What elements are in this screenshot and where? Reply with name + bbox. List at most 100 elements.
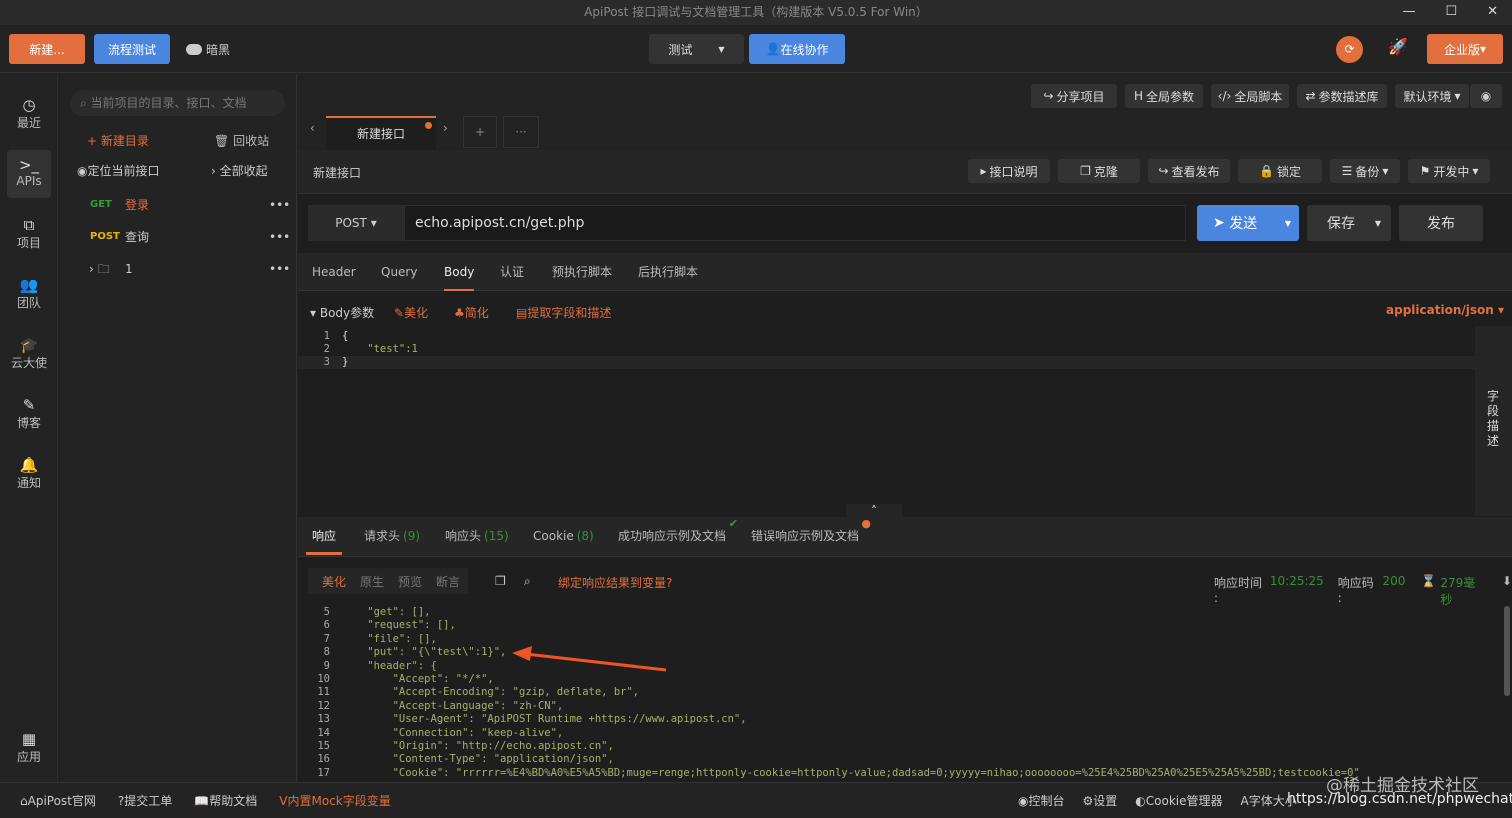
resp-tab-1[interactable]: 请求头 (9) bbox=[364, 517, 420, 555]
recycle-label: 回收站 bbox=[233, 134, 270, 148]
maximize-button[interactable]: ☐ bbox=[1445, 0, 1457, 24]
tab-label: 错误响应示例及文档 bbox=[751, 529, 860, 543]
dark-mode-toggle[interactable]: 暗黑 bbox=[186, 41, 230, 58]
status-right-1[interactable]: ⚙设置 bbox=[1083, 792, 1118, 809]
method-select[interactable]: POST ▾ bbox=[308, 205, 404, 241]
status-link-2[interactable]: 📖帮助文档 bbox=[194, 792, 257, 809]
resp-mode-1[interactable]: 原生 bbox=[360, 573, 384, 590]
check-badge-icon: ✔ bbox=[728, 517, 739, 530]
extract-fields-button[interactable]: ▤提取字段和描述 bbox=[516, 304, 611, 321]
copy-icon[interactable]: ❐ bbox=[495, 574, 506, 588]
collab-button[interactable]: 👤 在线协作 bbox=[749, 34, 845, 64]
action-2[interactable]: ↪ 查看发布 bbox=[1148, 159, 1230, 183]
tab-more-button[interactable]: ··· bbox=[503, 116, 539, 148]
enterprise-button[interactable]: 企业版 ▾ bbox=[1427, 34, 1503, 64]
nav-label: 团队 bbox=[16, 296, 41, 310]
resp-mode-3[interactable]: 断言 bbox=[436, 573, 460, 590]
close-button[interactable]: ✕ bbox=[1487, 0, 1498, 24]
nav-edit[interactable]: ✎ 博客 bbox=[7, 390, 51, 438]
action-4[interactable]: ☰ 备份 ▾ bbox=[1330, 159, 1400, 183]
status-link-3[interactable]: V内置Mock字段变量 bbox=[279, 792, 390, 809]
tab-label: 请求头 bbox=[364, 529, 401, 543]
req-tab-1[interactable]: Query bbox=[381, 253, 417, 291]
content-type-select[interactable]: application/json ▾ bbox=[1386, 303, 1504, 317]
recycle-bin-button[interactable]: 🗑 回收站 bbox=[214, 132, 269, 149]
nav-clock[interactable]: ◷ 最近 bbox=[7, 90, 51, 138]
env-label: 测试 bbox=[668, 42, 693, 57]
nav-project[interactable]: ⧉ 项目 bbox=[7, 210, 51, 258]
url-input[interactable]: echo.apipost.cn/get.php bbox=[404, 205, 1186, 241]
status-right-2[interactable]: ◐Cookie管理器 bbox=[1135, 792, 1222, 809]
action-0[interactable]: ▸ 接口说明 bbox=[968, 159, 1050, 183]
line-number: 2 bbox=[323, 343, 330, 355]
resp-tab-5[interactable]: 错误响应示例及文档 ● bbox=[751, 517, 871, 555]
status-link-1[interactable]: ?提交工单 bbox=[118, 792, 172, 809]
download-icon[interactable]: ⬇ bbox=[1502, 574, 1512, 608]
more-icon[interactable]: ••• bbox=[269, 255, 290, 283]
action-1[interactable]: ❐ 克隆 bbox=[1058, 159, 1140, 183]
publish-button[interactable]: 发布 bbox=[1399, 205, 1483, 241]
send-button[interactable]: ➤ 发送 ▼ bbox=[1197, 205, 1299, 241]
resp-tab-2[interactable]: 响应头 (15) bbox=[445, 517, 509, 555]
req-tab-5[interactable]: 后执行脚本 bbox=[638, 253, 698, 291]
global-btn-0[interactable]: ↪ 分享项目 bbox=[1031, 84, 1117, 108]
rocket-icon[interactable]: 🚀 bbox=[1388, 37, 1408, 56]
body-params-toggle[interactable]: ▾ Body参数 bbox=[310, 304, 374, 321]
global-btn-2[interactable]: ‹/› 全局脚本 bbox=[1211, 84, 1289, 108]
action-3[interactable]: 🔒 锁定 bbox=[1238, 159, 1322, 183]
nav-team[interactable]: 👥 团队 bbox=[7, 270, 51, 318]
bind-variable-link[interactable]: 绑定响应结果到变量? bbox=[558, 574, 672, 591]
req-tab-4[interactable]: 预执行脚本 bbox=[552, 253, 612, 291]
global-btn-4[interactable]: 默认环境 ▾ bbox=[1395, 84, 1469, 108]
req-tab-2[interactable]: Body bbox=[444, 253, 475, 291]
resp-mode-0[interactable]: 美化 bbox=[322, 573, 346, 590]
env-select[interactable]: 测试 ▼ bbox=[649, 34, 744, 64]
global-btn-3[interactable]: ⇄ 参数描述库 bbox=[1297, 84, 1387, 108]
nav-terminal[interactable]: >_ APIs bbox=[7, 150, 51, 198]
field-desc-toggle[interactable]: 字段描述 bbox=[1487, 389, 1499, 449]
sync-icon[interactable]: ⟳ bbox=[1336, 36, 1363, 63]
more-icon[interactable]: ••• bbox=[269, 223, 290, 251]
sliders-icon: ⇄ bbox=[1305, 89, 1316, 103]
new-folder-button[interactable]: + 新建目录 bbox=[87, 132, 149, 149]
tree-item[interactable]: POST 查询 ••• bbox=[59, 223, 295, 251]
simplify-button[interactable]: ♣简化 bbox=[454, 304, 489, 321]
add-tab-button[interactable]: + bbox=[463, 116, 497, 148]
minimize-button[interactable]: — bbox=[1402, 0, 1415, 24]
tab-next-icon[interactable]: › bbox=[443, 121, 448, 135]
code-text: "Accept": "*/*", bbox=[342, 673, 494, 685]
status-link-0[interactable]: ⌂ApiPost官网 bbox=[20, 792, 96, 809]
req-tab-3[interactable]: 认证 bbox=[500, 253, 524, 291]
eye-icon[interactable]: ◉ bbox=[1470, 84, 1502, 108]
line-number: 12 bbox=[317, 699, 330, 712]
nav-graduation-cap[interactable]: 🎓 云大使 bbox=[7, 330, 51, 378]
req-tab-0[interactable]: Header bbox=[312, 253, 356, 291]
tree-search-input[interactable]: ⌕ 当前项目的目录、接口、文档 bbox=[70, 90, 285, 116]
more-icon[interactable]: ••• bbox=[269, 191, 290, 219]
save-button[interactable]: 保存 ▼ bbox=[1307, 205, 1391, 241]
collapse-response-icon[interactable]: ˄ bbox=[846, 504, 902, 518]
new-button[interactable]: 新建... bbox=[9, 34, 85, 64]
search-icon[interactable]: ⌕ bbox=[524, 574, 531, 589]
chevron-down-icon: ▼ bbox=[718, 44, 725, 54]
action-5[interactable]: ⚑ 开发中 ▾ bbox=[1408, 159, 1490, 183]
flow-test-button[interactable]: 流程测试 bbox=[94, 34, 170, 64]
collapse-all-button[interactable]: › 全部收起 bbox=[211, 162, 268, 179]
tab-new-api[interactable]: 新建接口 bbox=[326, 116, 436, 150]
tab-prev-icon[interactable]: ‹ bbox=[310, 121, 315, 135]
body-editor[interactable]: 1{2 "test":1 3} bbox=[298, 326, 1475, 516]
beautify-button[interactable]: ✎美化 bbox=[394, 304, 428, 321]
tree-item-name: 1 bbox=[125, 262, 133, 276]
resp-tab-3[interactable]: Cookie (8) bbox=[533, 517, 594, 555]
locate-button[interactable]: ◉定位当前接口 bbox=[77, 162, 160, 179]
nav-apps[interactable]: ▦ 应用 bbox=[7, 724, 51, 772]
nav-bell[interactable]: 🔔 通知 bbox=[7, 450, 51, 498]
global-btn-1[interactable]: H 全局参数 bbox=[1125, 84, 1203, 108]
tree-item[interactable]: › 🗀 1 ••• bbox=[59, 255, 295, 283]
tree-item[interactable]: GET 登录 ••• bbox=[59, 191, 295, 219]
resp-tab-0[interactable]: 响应 bbox=[306, 517, 343, 555]
scrollbar[interactable] bbox=[1504, 606, 1510, 696]
resp-tab-4[interactable]: 成功响应示例及文档 ✔ bbox=[618, 517, 738, 555]
resp-mode-2[interactable]: 预览 bbox=[398, 573, 422, 590]
status-right-0[interactable]: ◉控制台 bbox=[1018, 792, 1065, 809]
